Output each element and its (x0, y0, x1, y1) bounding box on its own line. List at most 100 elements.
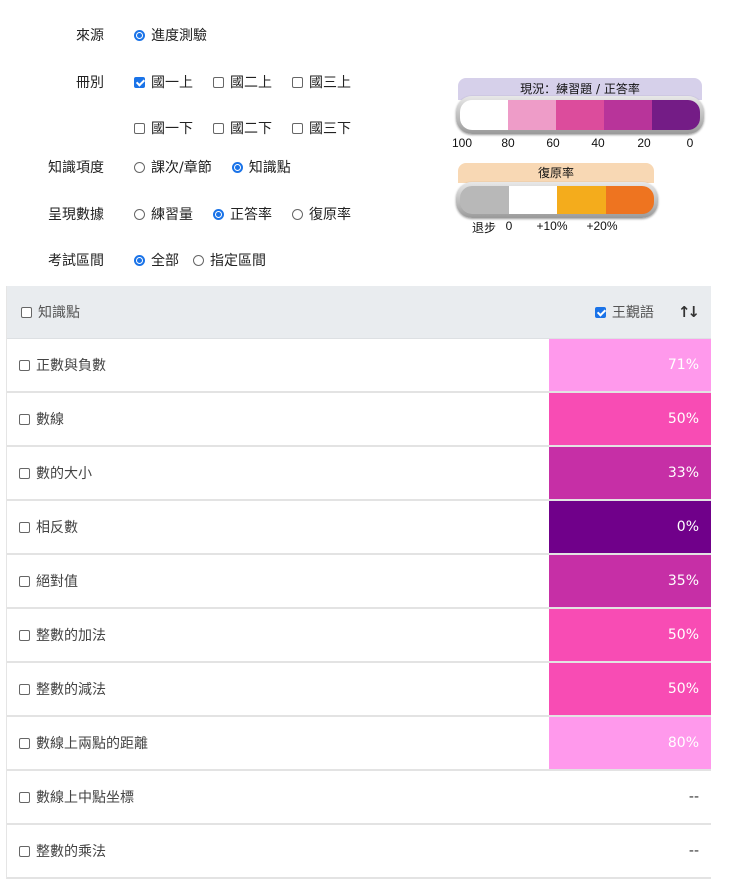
knowledge-point-select[interactable]: 整數的減法 (19, 679, 106, 699)
checkbox[interactable] (19, 413, 30, 425)
radio-button[interactable] (231, 161, 243, 173)
legend-tick-label: 100 (451, 136, 473, 150)
legend-tick-label: 0 (505, 219, 513, 233)
knowledge-point-name: 數線上中點坐標 (36, 790, 134, 806)
radio-button[interactable] (134, 161, 145, 173)
filter-volume-label: 冊別 (76, 75, 104, 91)
knowledge-point-select[interactable]: 相反數 (19, 517, 78, 537)
accuracy-cell: 80% (549, 717, 711, 769)
checkbox[interactable] (19, 791, 30, 803)
knowledge-point-select[interactable]: 數線 (19, 409, 64, 429)
knowledge-table: 知識點 王覲語 ↑↓ 正數與負數 71% 數線 50% 數的大小 33% 相反數 0% 絕對值 3… (6, 286, 711, 879)
filter-display-data-label: 呈現數據 (48, 207, 104, 223)
table-body: 正數與負數 71% 數線 50% 數的大小 33% 相反數 0% 絕對值 35% 整數的加法 50% 整… (7, 339, 711, 879)
checkbox[interactable] (213, 122, 224, 134)
legend-tick-label: +20% (586, 219, 618, 233)
volume-option-9b[interactable]: 國三下 (292, 118, 351, 138)
legend-recovery-segment (508, 186, 557, 214)
knowledge-point-name: 整數的減法 (36, 682, 106, 698)
checkbox[interactable] (134, 122, 145, 134)
checkbox[interactable] (19, 359, 30, 371)
checkbox[interactable] (19, 521, 30, 533)
table-row: 整數的減法 50% (7, 663, 711, 717)
accuracy-cell: 35% (549, 555, 711, 607)
radio-button[interactable] (134, 29, 145, 41)
legend-recovery-bar (456, 182, 658, 218)
table-row: 整數的加法 50% (7, 609, 711, 663)
radio-button[interactable] (134, 208, 145, 220)
range-option-all[interactable]: 全部 (134, 250, 179, 270)
legend-tick-label: 退步 (471, 221, 497, 235)
radio-button[interactable] (134, 254, 145, 266)
student-column-toggle[interactable]: 王覲語 (594, 302, 654, 322)
legend-accuracy-segment (556, 100, 604, 130)
knowledge-point-name: 數線上兩點的距離 (36, 736, 148, 752)
legend-accuracy-segment (604, 100, 652, 130)
knowledge-point-name: 正數與負數 (36, 358, 106, 374)
volume-option-7b[interactable]: 國一下 (134, 118, 193, 138)
knowledge-point-name: 絕對值 (36, 574, 78, 590)
table-row: 數線 50% (7, 393, 711, 447)
knowledge-option-point[interactable]: 知識點 (231, 157, 291, 177)
accuracy-cell: 33% (549, 447, 711, 499)
knowledge-point-select[interactable]: 整數的乘法 (19, 841, 106, 861)
checkbox[interactable] (19, 629, 30, 641)
display-option-recovery[interactable]: 復原率 (292, 204, 351, 224)
accuracy-cell: 0% (549, 501, 711, 553)
table-row: 數線上中點坐標 -- (7, 771, 711, 825)
filter-source-label: 來源 (76, 28, 104, 44)
table-row: 數線上兩點的距離 80% (7, 717, 711, 771)
display-option-accuracy[interactable]: 正答率 (213, 204, 272, 224)
source-option-progress-test[interactable]: 進度測驗 (134, 25, 207, 45)
volume-option-8a[interactable]: 國二上 (213, 72, 272, 92)
checkbox[interactable] (19, 575, 30, 587)
accuracy-cell: 71% (549, 339, 711, 391)
knowledge-point-select[interactable]: 正數與負數 (19, 355, 106, 375)
legend-accuracy-segment (652, 100, 700, 130)
knowledge-point-name: 整數的加法 (36, 628, 106, 644)
checkbox[interactable] (134, 76, 145, 88)
range-option-custom[interactable]: 指定區間 (193, 250, 266, 270)
table-row: 絕對值 35% (7, 555, 711, 609)
checkbox[interactable] (19, 467, 30, 479)
legend-tick-label: 0 (686, 136, 694, 150)
knowledge-point-name: 相反數 (36, 520, 78, 536)
checkbox[interactable] (19, 737, 30, 749)
checkbox[interactable] (594, 306, 606, 318)
knowledge-point-select[interactable]: 絕對值 (19, 571, 78, 591)
legend-tick-label: 60 (546, 136, 560, 150)
checkbox[interactable] (19, 683, 30, 695)
knowledge-point-select[interactable]: 數的大小 (19, 463, 92, 483)
sort-arrows-icon[interactable]: ↑↓ (678, 303, 700, 321)
legend-recovery-segment (605, 186, 654, 214)
volume-option-9a[interactable]: 國三上 (292, 72, 351, 92)
checkbox[interactable] (292, 76, 303, 88)
knowledge-point-select[interactable]: 整數的加法 (19, 625, 106, 645)
table-row: 數的大小 33% (7, 447, 711, 501)
checkbox[interactable] (19, 845, 30, 857)
display-option-practice[interactable]: 練習量 (134, 204, 193, 224)
checkbox[interactable] (213, 76, 224, 88)
checkbox[interactable] (21, 306, 32, 318)
select-all-knowledge-points[interactable]: 知識點 (21, 302, 80, 322)
legend-tick-label: 80 (501, 136, 515, 150)
accuracy-cell: 50% (549, 663, 711, 715)
checkbox[interactable] (292, 122, 303, 134)
volume-option-8b[interactable]: 國二下 (213, 118, 272, 138)
knowledge-option-lesson[interactable]: 課次/章節 (134, 157, 212, 177)
radio-button[interactable] (193, 254, 204, 266)
radio-button[interactable] (292, 208, 303, 220)
filter-exam-range-label: 考試區間 (48, 253, 104, 269)
legend-recovery-segment (557, 186, 606, 214)
knowledge-point-name: 數線 (36, 412, 64, 428)
accuracy-cell: -- (688, 843, 699, 859)
knowledge-point-select[interactable]: 數線上兩點的距離 (19, 733, 148, 753)
knowledge-point-select[interactable]: 數線上中點坐標 (19, 787, 134, 807)
table-row: 相反數 0% (7, 501, 711, 555)
radio-button[interactable] (213, 208, 224, 220)
legend-tick-label: +10% (536, 219, 568, 233)
accuracy-cell: -- (688, 789, 699, 805)
knowledge-point-name: 整數的乘法 (36, 844, 106, 860)
volume-option-7a[interactable]: 國一上 (134, 72, 193, 92)
legend-accuracy-segment (508, 100, 556, 130)
